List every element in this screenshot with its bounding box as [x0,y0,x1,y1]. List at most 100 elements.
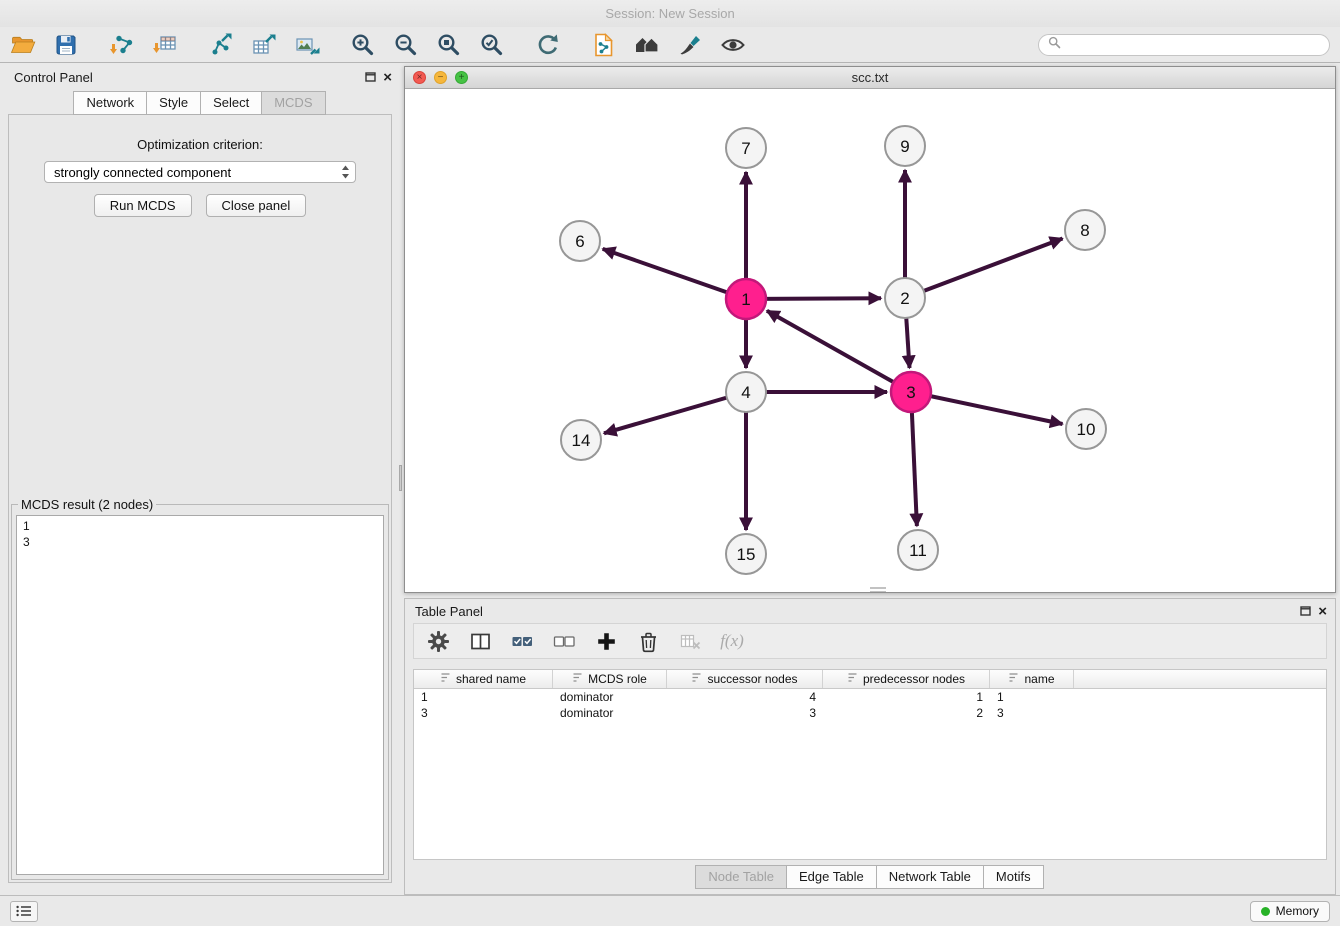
maximize-window-button[interactable]: + [455,71,468,84]
table-panel: Table Panel × f(x) shared nameMCDS roles… [404,598,1336,895]
mcds-result-legend: MCDS result (2 nodes) [18,497,156,512]
cell-mcds-role[interactable]: dominator [553,689,667,705]
node-10[interactable]: 10 [1066,409,1106,449]
zoom-selected-icon[interactable] [479,32,505,58]
run-mcds-button[interactable]: Run MCDS [94,194,192,217]
minimize-window-button[interactable]: − [434,71,447,84]
node-11[interactable]: 11 [898,530,938,570]
window-titlebar[interactable]: Session: New Session [0,0,1340,27]
table-panel-title: Table Panel [415,604,483,619]
close-control-panel-icon[interactable]: × [383,70,392,85]
node-15[interactable]: 15 [726,534,766,574]
delete-row-icon[interactable] [636,629,660,653]
save-session-icon[interactable] [53,32,79,58]
tab-mcds[interactable]: MCDS [261,91,325,115]
cell-predecessor-nodes[interactable]: 1 [823,689,990,705]
import-network-icon[interactable] [109,32,135,58]
edge-3-10[interactable] [911,392,1063,424]
cell-shared-name[interactable]: 3 [414,705,553,721]
table-row[interactable]: 3dominator323 [414,705,1326,721]
node-2[interactable]: 2 [885,278,925,318]
add-row-icon[interactable] [594,629,618,653]
table-tab-network-table[interactable]: Network Table [876,865,984,889]
edge-3-1[interactable] [767,311,911,392]
cell-predecessor-nodes[interactable]: 2 [823,705,990,721]
split-columns-icon[interactable] [468,629,492,653]
close-table-panel-icon[interactable]: × [1318,604,1327,619]
table-tab-motifs[interactable]: Motifs [983,865,1044,889]
select-all-icon[interactable] [510,629,534,653]
cell-successor-nodes[interactable]: 4 [667,689,823,705]
search-field[interactable] [1038,34,1330,56]
optimization-criterion-label: Optimization criterion: [9,137,391,152]
tab-style[interactable]: Style [146,91,201,115]
mcds-result-list[interactable]: 13 [16,515,384,875]
resize-grip[interactable] [870,587,886,592]
cell-mcds-role[interactable]: dominator [553,705,667,721]
zoom-out-icon[interactable] [393,32,419,58]
column-header-predecessor-nodes[interactable]: predecessor nodes [823,670,990,688]
close-window-button[interactable]: × [413,71,426,84]
search-input[interactable] [1066,38,1320,52]
node-4[interactable]: 4 [726,372,766,412]
node-9[interactable]: 9 [885,126,925,166]
cell-shared-name[interactable]: 1 [414,689,553,705]
cell-successor-nodes[interactable]: 3 [667,705,823,721]
dropdown-stepper-icon [341,164,350,180]
svg-text:7: 7 [741,139,750,158]
sort-icon [440,672,451,686]
memory-button[interactable]: Memory [1250,901,1330,922]
edge-2-8[interactable] [905,239,1063,299]
tab-network[interactable]: Network [73,91,147,115]
column-header-successor-nodes[interactable]: successor nodes [667,670,823,688]
mcds-panel-body: Optimization criterion: strongly connect… [8,114,392,883]
mcds-buttons-row: Run MCDS Close panel [9,194,391,217]
eye-icon[interactable] [720,32,746,58]
settings-gear-icon[interactable] [426,629,450,653]
main-area: Control Panel × NetworkStyleSelectMCDS O… [0,63,1340,895]
zoom-in-icon[interactable] [350,32,376,58]
close-panel-button[interactable]: Close panel [206,194,307,217]
import-table-icon[interactable] [152,32,178,58]
node-14[interactable]: 14 [561,420,601,460]
node-7[interactable]: 7 [726,128,766,168]
deselect-all-icon[interactable] [552,629,576,653]
network-canvas[interactable]: 7 9 6 8 1 2 4 3 14 10 15 11 [405,89,1335,592]
svg-text:6: 6 [575,232,584,251]
criterion-dropdown[interactable]: strongly connected component [44,161,356,183]
refresh-icon[interactable] [535,32,561,58]
right-column: × − + scc.txt 7968124314101511 Table Pan… [404,66,1336,895]
network-document-icon[interactable] [591,32,617,58]
node-1[interactable]: 1 [726,279,766,319]
node-8[interactable]: 8 [1065,210,1105,250]
edge-4-14[interactable] [604,392,746,433]
column-header-filler [1074,670,1326,688]
node-6[interactable]: 6 [560,221,600,261]
mcds-result-box: MCDS result (2 nodes) 13 [11,497,389,880]
style-brush-icon[interactable] [677,32,703,58]
float-table-panel-icon[interactable] [1300,606,1311,616]
export-image-icon[interactable] [294,32,320,58]
table-row[interactable]: 1dominator411 [414,689,1326,705]
table-tab-edge-table[interactable]: Edge Table [786,865,877,889]
splitter-grip-icon[interactable] [399,465,402,491]
open-file-icon[interactable] [10,32,36,58]
cell-name[interactable]: 3 [990,705,1074,721]
export-table-icon[interactable] [251,32,277,58]
export-network-icon[interactable] [208,32,234,58]
column-header-shared-name[interactable]: shared name [414,670,553,688]
svg-text:14: 14 [572,431,591,450]
network-window-titlebar[interactable]: × − + scc.txt [405,67,1335,89]
node-3[interactable]: 3 [891,372,931,412]
zoom-fit-icon[interactable] [436,32,462,58]
column-header-name[interactable]: name [990,670,1074,688]
task-history-button[interactable] [10,901,38,922]
float-panel-icon[interactable] [365,72,376,82]
cell-name[interactable]: 1 [990,689,1074,705]
edge-1-6[interactable] [603,249,746,299]
home-icon[interactable] [634,32,660,58]
column-header-mcds-role[interactable]: MCDS role [553,670,667,688]
control-panel-tabs: NetworkStyleSelectMCDS [8,91,392,115]
tab-select[interactable]: Select [200,91,262,115]
table-tab-node-table[interactable]: Node Table [695,865,787,889]
